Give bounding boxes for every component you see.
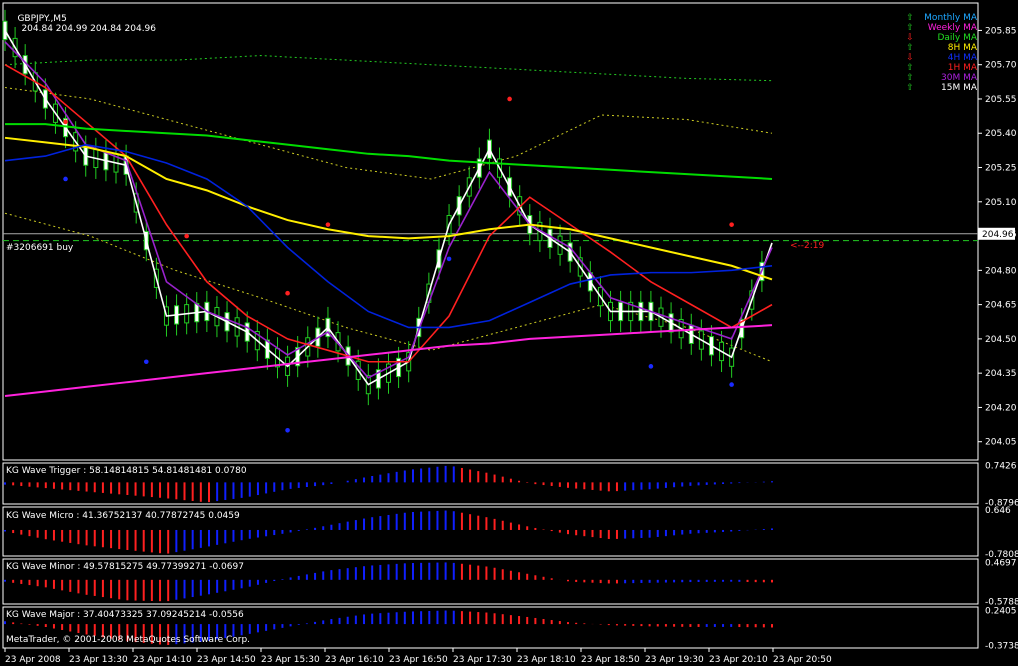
y-tick-label-12: 204.05	[985, 438, 1017, 448]
legend-row: ⇩ 4H MA	[905, 53, 980, 63]
envelope-line-0	[4, 55, 773, 82]
legend-row: ⇧ 8H MA	[905, 43, 980, 53]
marker-red-0	[63, 119, 68, 125]
up-arrow-icon: ⇧	[906, 83, 914, 93]
marker-blue-3	[446, 256, 452, 262]
y-tick-label-2: 205.55	[985, 95, 1017, 105]
legend-label: Weekly MA	[927, 23, 977, 33]
x-tick-label-4: 23 Apr 15:30	[261, 655, 320, 665]
y-tick-label-8: 204.65	[985, 301, 1017, 311]
indicator-title-minor: KG Wave Minor : 49.57815275 49.77399271 …	[6, 562, 244, 572]
ind-1-tick-label-0: 0.646	[985, 506, 1011, 516]
x-tick-label-8: 23 Apr 18:10	[517, 655, 576, 665]
legend-row: ⇧ Weekly MA	[905, 23, 980, 33]
marker-red-1	[184, 233, 189, 239]
down-arrow-icon: ⇩	[906, 33, 914, 43]
y-tick-label-9: 204.50	[985, 335, 1017, 345]
symbol-label: GBPJPY.,M5 204.84 204.99 204.84 204.96	[6, 4, 156, 44]
y-tick-label-11: 204.20	[985, 403, 1017, 413]
y-tick-label-1: 205.70	[985, 61, 1017, 71]
marker-blue-2	[285, 427, 290, 433]
x-tick-label-11: 23 Apr 20:10	[709, 655, 768, 665]
up-arrow-icon: ⇧	[906, 73, 914, 83]
x-tick-label-9: 23 Apr 18:50	[581, 655, 640, 665]
marker-blue-1	[143, 359, 149, 365]
y-tick-label-7: 204.80	[985, 266, 1017, 276]
legend-row: ⇧ 15M MA	[905, 83, 980, 93]
marker-red-4	[507, 96, 512, 102]
legend-label: 15M MA	[941, 83, 977, 93]
envelope-line-2	[4, 212, 773, 363]
x-tick-label-1: 23 Apr 13:30	[69, 655, 128, 665]
marker-blue-0	[63, 176, 68, 182]
ma-30m-line	[4, 41, 773, 379]
marker-blue-4	[648, 364, 654, 369]
marker-blue-5	[729, 382, 734, 387]
indicator-title-micro: KG Wave Micro : 41.36752137 40.77872745 …	[6, 511, 240, 521]
legend-label: 4H MA	[947, 53, 977, 63]
current-price-label: 204.96	[982, 230, 1014, 240]
ind-2-tick-label-0: 0.4697	[985, 558, 1017, 568]
x-tick-label-12: 23 Apr 20:50	[773, 655, 832, 665]
x-tick-label-2: 23 Apr 14:10	[133, 655, 192, 665]
marker-red-2	[285, 290, 290, 296]
legend-row: ⇧ 30M MA	[905, 73, 980, 83]
ma-1h-line	[4, 63, 773, 363]
up-arrow-icon: ⇧	[906, 63, 914, 73]
x-tick-label-5: 23 Apr 16:10	[325, 655, 384, 665]
ind-3-tick-label-0: 0.2405	[985, 606, 1017, 616]
marker-red-3	[325, 222, 331, 227]
indicator-title-major: KG Wave Major : 37.40473325 37.09245214 …	[6, 610, 244, 620]
x-tick-label-3: 23 Apr 14:50	[197, 655, 256, 665]
x-tick-label-10: 23 Apr 19:30	[645, 655, 704, 665]
envelope-line-1	[4, 87, 773, 180]
ind-3-tick-label-1: -0.3738	[985, 641, 1018, 651]
legend-label: Monthly MA	[924, 13, 977, 23]
x-tick-label-6: 23 Apr 16:50	[389, 655, 448, 665]
y-tick-label-10: 204.35	[985, 369, 1017, 379]
y-tick-label-3: 205.40	[985, 129, 1017, 139]
y-tick-label-4: 205.25	[985, 164, 1017, 174]
legend-label: 8H MA	[947, 43, 977, 53]
ind-0-tick-label-0: 0.7426	[985, 461, 1017, 471]
ma-legend: ⇧ Monthly MA ⇧ Weekly MA ⇩ Daily MA ⇧ 8H MA ⇩ 4H …	[905, 13, 980, 93]
y-tick-label-5: 205.10	[985, 198, 1017, 208]
copyright-label: MetaTrader, © 2001-2008 MetaQuotes Softw…	[6, 635, 251, 645]
legend-row: ⇧ 1H MA	[905, 63, 980, 73]
down-arrow-icon: ⇩	[906, 53, 914, 63]
y-tick-label-0: 205.85	[985, 26, 1017, 36]
trade-arrow-label: <--2:19	[790, 241, 825, 251]
symbol-text: GBPJPY.,M5	[17, 14, 67, 24]
legend-row: ⇩ Daily MA	[905, 33, 980, 43]
chart-root: 205.85 205.70 205.55 205.40 205.25 205.10 204.…	[0, 0, 1018, 666]
legend-row: ⇧ Monthly MA	[905, 13, 980, 23]
indicator-title-trigger: KG Wave Trigger : 58.14814815 54.8148148…	[6, 466, 247, 476]
x-tick-label-7: 23 Apr 17:30	[453, 655, 512, 665]
legend-label: 1H MA	[947, 63, 977, 73]
ohlc-text: 204.84 204.99 204.84 204.96	[21, 24, 157, 34]
legend-label: Daily MA	[937, 33, 977, 43]
marker-red-5	[729, 222, 734, 227]
trade-label: #3206691 buy	[6, 243, 74, 253]
up-arrow-icon: ⇧	[906, 13, 914, 23]
legend-label: 30M MA	[941, 73, 977, 83]
x-tick-label-0: 23 Apr 2008	[5, 655, 61, 665]
up-arrow-icon: ⇧	[906, 23, 914, 33]
up-arrow-icon: ⇧	[906, 43, 914, 53]
